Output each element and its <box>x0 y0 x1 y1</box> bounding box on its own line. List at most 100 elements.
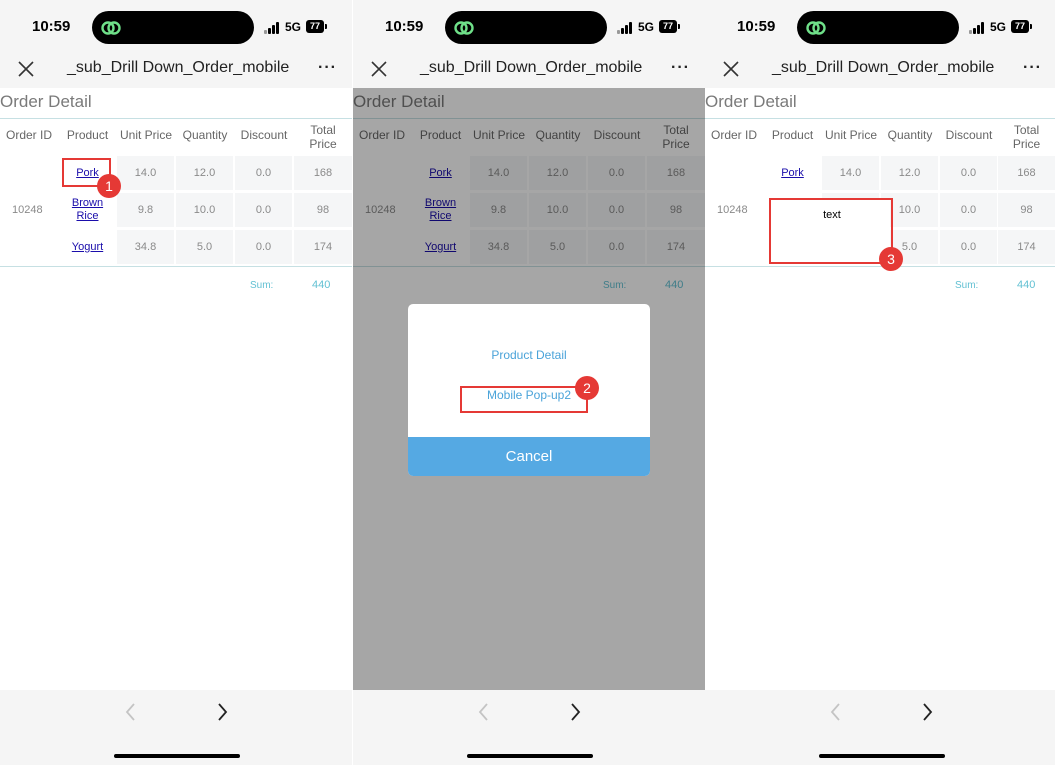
bottom-toolbar <box>353 690 705 765</box>
step-badge-3: 3 <box>879 247 903 271</box>
app-link-icon <box>101 21 121 35</box>
section-title: Order Detail <box>705 92 797 111</box>
forward-arrow-icon[interactable] <box>563 700 587 724</box>
highlight-box <box>460 386 588 413</box>
action-product-detail[interactable]: Product Detail <box>408 348 650 362</box>
header-order-id: Order ID <box>5 128 52 142</box>
quantity-cell: 12.0 <box>881 156 938 190</box>
close-icon[interactable] <box>368 58 390 80</box>
unit-price-cell: 34.8 <box>117 230 174 264</box>
divider <box>0 118 352 119</box>
cancel-button[interactable]: Cancel <box>408 437 650 476</box>
header-product: Product <box>771 128 814 142</box>
total-cell: 168 <box>998 156 1055 190</box>
close-icon[interactable] <box>720 58 742 80</box>
quantity-cell: 10.0 <box>176 193 233 227</box>
discount-cell: 0.0 <box>940 156 997 190</box>
status-time: 10:59 <box>32 18 71 35</box>
back-arrow-icon[interactable] <box>472 700 496 724</box>
step-badge-2: 2 <box>575 376 599 400</box>
report-content: Order Detail Order ID Product Unit Price… <box>0 88 352 690</box>
more-options-icon[interactable]: ··· <box>1023 59 1042 77</box>
total-cell: 168 <box>294 156 352 190</box>
status-bar: 10:59 5G 77 <box>705 0 1055 52</box>
sum-value: 440 <box>1017 279 1036 291</box>
dynamic-island <box>92 11 254 44</box>
phone-screen-2: 10:59 5G 77 _sub_Drill Down_Order_mobile… <box>353 0 705 765</box>
sum-value: 440 <box>312 279 331 291</box>
back-arrow-icon[interactable] <box>119 700 143 724</box>
page-title: _sub_Drill Down_Order_mobile <box>772 59 995 76</box>
status-time: 10:59 <box>737 18 776 35</box>
discount-cell: 0.0 <box>235 230 292 264</box>
header-quantity: Quantity <box>182 128 228 142</box>
product-link-yogurt[interactable]: Yogurt <box>59 230 116 264</box>
battery-icon: 77 <box>659 20 680 33</box>
network-label: 5G <box>285 20 302 34</box>
close-icon[interactable] <box>15 58 37 80</box>
header-unit-price: Unit Price <box>119 128 172 142</box>
forward-arrow-icon[interactable] <box>210 700 234 724</box>
forward-arrow-icon[interactable] <box>915 700 939 724</box>
quantity-cell: 12.0 <box>176 156 233 190</box>
status-bar: 10:59 5G 77 <box>0 0 352 52</box>
sum-label: Sum: <box>955 280 979 291</box>
discount-cell: 0.0 <box>940 230 997 264</box>
status-bar: 10:59 5G 77 <box>353 0 705 52</box>
phone-screen-1: 10:59 5G 77 _sub_Drill Down_Order_mobile… <box>0 0 352 765</box>
header-quantity: Quantity <box>887 128 933 142</box>
signal-icon <box>969 22 987 34</box>
header-unit-price: Unit Price <box>824 128 877 142</box>
phone-screen-3: 10:59 5G 77 _sub_Drill Down_Order_mobile… <box>705 0 1055 765</box>
total-cell: 174 <box>294 230 352 264</box>
header-total-price: Total Price <box>309 123 337 151</box>
app-link-icon <box>806 21 826 35</box>
report-content: Order Detail Order ID Product Unit Price… <box>705 88 1055 690</box>
battery-icon: 77 <box>1011 20 1032 33</box>
unit-price-cell: 14.0 <box>822 156 879 190</box>
discount-cell: 0.0 <box>235 193 292 227</box>
product-link-pork[interactable]: Pork <box>764 156 821 190</box>
nav-bar: _sub_Drill Down_Order_mobile ··· <box>353 52 705 88</box>
signal-icon <box>617 22 635 34</box>
unit-price-cell: 14.0 <box>117 156 174 190</box>
unit-price-cell: 9.8 <box>117 193 174 227</box>
step-badge-1: 1 <box>97 174 121 198</box>
header-discount: Discount <box>240 128 288 142</box>
header-product: Product <box>66 128 109 142</box>
header-discount: Discount <box>945 128 993 142</box>
page-title: _sub_Drill Down_Order_mobile <box>420 59 643 76</box>
network-label: 5G <box>990 20 1007 34</box>
dynamic-island <box>797 11 959 44</box>
sum-label: Sum: <box>250 280 274 291</box>
order-id-cell: 10248 <box>12 204 43 216</box>
app-link-icon <box>454 21 474 35</box>
bottom-toolbar <box>705 690 1055 765</box>
more-options-icon[interactable]: ··· <box>671 59 690 77</box>
home-indicator <box>467 754 593 758</box>
status-time: 10:59 <box>385 18 424 35</box>
header-total-price: Total Price <box>1012 123 1041 151</box>
total-cell: 98 <box>998 193 1055 227</box>
order-id-cell: 10248 <box>717 204 748 216</box>
home-indicator <box>819 754 945 758</box>
network-label: 5G <box>638 20 655 34</box>
divider <box>705 266 1055 267</box>
divider <box>0 266 352 267</box>
nav-bar: _sub_Drill Down_Order_mobile ··· <box>705 52 1055 88</box>
battery-icon: 77 <box>306 20 327 33</box>
action-sheet: Product Detail Mobile Pop-up2 Cancel 2 <box>408 304 650 476</box>
section-title: Order Detail <box>0 92 92 111</box>
bottom-toolbar <box>0 690 352 765</box>
discount-cell: 0.0 <box>940 193 997 227</box>
divider <box>705 118 1055 119</box>
more-options-icon[interactable]: ··· <box>318 59 337 77</box>
total-cell: 98 <box>294 193 352 227</box>
dynamic-island <box>445 11 607 44</box>
quantity-cell: 5.0 <box>176 230 233 264</box>
product-link-brown-rice[interactable]: Brown Rice <box>59 193 116 227</box>
home-indicator <box>114 754 240 758</box>
back-arrow-icon[interactable] <box>824 700 848 724</box>
signal-icon <box>264 22 282 34</box>
discount-cell: 0.0 <box>235 156 292 190</box>
